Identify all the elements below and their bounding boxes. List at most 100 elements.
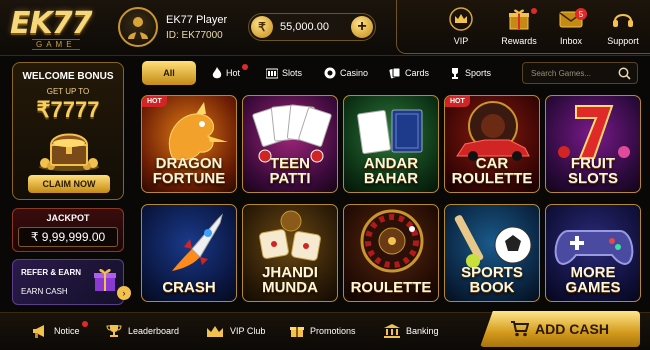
filter-casino-label: Casino <box>340 68 369 78</box>
inbox-button[interactable]: 5 Inbox <box>545 6 597 50</box>
support-button[interactable]: Support <box>597 6 649 50</box>
game-title-line1: TEEN <box>269 155 310 172</box>
refer-title: REFER & EARN <box>21 268 82 277</box>
search-input[interactable]: Search Games... <box>522 62 638 84</box>
game-tile-fruit-slots[interactable]: FRUIT SLOTS <box>545 95 641 193</box>
rewards-button[interactable]: Rewards <box>493 6 545 50</box>
refer-earn-card[interactable]: REFER & EARN EARN CASH › <box>12 259 131 305</box>
inbox-label: Inbox <box>559 36 583 46</box>
rocket-icon <box>172 213 223 271</box>
game-title-line2: MUNDA <box>262 279 318 296</box>
gift-box-icon <box>94 269 116 291</box>
search-icon[interactable] <box>618 67 631 80</box>
hot-notification-dot <box>242 64 249 70</box>
welcome-bonus-amount: ₹7777 <box>36 97 100 122</box>
filter-all[interactable]: All <box>142 61 196 85</box>
vip-button[interactable]: VIP <box>435 6 487 50</box>
game-tile-andar-bahar[interactable]: ANDAR BAHAR <box>343 95 439 193</box>
nav-promotions-label: Promotions <box>310 326 356 336</box>
jackpot-title: JACKPOT <box>46 213 90 223</box>
welcome-bonus-title: WELCOME BONUS <box>22 71 114 82</box>
filter-hot-label: Hot <box>226 68 241 78</box>
slot-machine-icon <box>266 68 278 78</box>
crown-icon <box>449 7 473 31</box>
balance-value: 55,000.00 <box>280 21 329 33</box>
nav-banking[interactable]: Banking <box>384 324 439 338</box>
filter-slots[interactable]: Slots <box>266 61 302 85</box>
wallet-balance[interactable]: ₹ 55,000.00 + <box>248 13 376 41</box>
game-title-line1: CRASH <box>162 279 216 296</box>
rewards-notification-dot <box>531 8 537 14</box>
game-tile-more-games[interactable]: MORE GAMES <box>545 204 641 302</box>
game-title-line1: DRAGON <box>155 155 223 172</box>
game-tile-teen-patti[interactable]: TEEN PATTI <box>242 95 338 193</box>
fire-icon <box>212 67 222 79</box>
gift-icon <box>509 9 529 30</box>
game-title-line1: SPORTS <box>461 264 523 281</box>
game-tile-sports-book[interactable]: SPORTS BOOK <box>444 204 540 302</box>
game-title-line2: BAHAR <box>363 170 419 187</box>
add-cash-label: ADD CASH <box>535 321 609 337</box>
filter-sports[interactable]: Sports <box>449 61 491 85</box>
nav-leaderboard[interactable]: Leaderboard <box>106 324 179 338</box>
jackpot-card: JACKPOT ₹ 9,99,999.00 <box>12 208 124 252</box>
welcome-bonus-subtitle: GET UP TO <box>46 87 90 96</box>
game-title: TEEN PATTI <box>243 156 337 186</box>
filter-casino[interactable]: Casino <box>324 61 368 85</box>
dragon-icon <box>168 102 228 161</box>
player-name: EK77 Player <box>166 14 228 26</box>
game-tile-crash[interactable]: CRASH <box>141 204 237 302</box>
chevron-right-icon[interactable]: › <box>117 286 131 300</box>
game-tile-jhandi-munda[interactable]: JHANDI MUNDA <box>242 204 338 302</box>
inbox-count-badge: 5 <box>575 8 587 20</box>
support-label: Support <box>607 36 639 46</box>
add-balance-button[interactable]: + <box>351 16 373 38</box>
claim-now-button[interactable]: CLAIM NOW <box>28 175 110 193</box>
category-filter-bar: All Hot Slots Casino Cards Sports <box>140 61 512 85</box>
game-title: CAR ROULETTE <box>445 156 539 186</box>
cart-icon <box>511 321 530 337</box>
game-title-line2: GAMES <box>565 279 621 296</box>
game-tile-roulette[interactable]: ROULETTE <box>343 204 439 302</box>
add-cash-button[interactable]: ADD CASH <box>480 311 640 347</box>
game-title-line2: SLOTS <box>567 170 618 187</box>
filter-cards[interactable]: Cards <box>389 61 429 85</box>
filter-sports-label: Sports <box>465 68 492 78</box>
game-title: DRAGON FORTUNE <box>142 156 236 186</box>
headset-icon <box>613 14 633 27</box>
vip-label: VIP <box>453 36 469 46</box>
nav-vip-club-label: VIP Club <box>230 326 266 336</box>
megaphone-icon <box>33 325 44 338</box>
search-placeholder: Search Games... <box>531 69 592 78</box>
game-title: CRASH <box>142 280 236 295</box>
treasure-chest-icon <box>39 133 99 171</box>
crown-icon <box>207 326 223 337</box>
rewards-label: Rewards <box>501 36 537 46</box>
game-title: SPORTS BOOK <box>445 265 539 295</box>
roulette-wheel-icon <box>360 209 424 273</box>
hot-badge: HOT <box>445 96 470 107</box>
game-title-line1: CAR <box>475 155 509 172</box>
nav-notice-label: Notice <box>54 326 80 336</box>
nav-promotions[interactable]: Promotions <box>290 324 356 338</box>
avatar[interactable] <box>118 7 158 47</box>
game-tile-car-roulette[interactable]: HOT CAR ROULETTE <box>444 95 540 193</box>
game-title-line1: MORE <box>570 264 616 281</box>
game-title: ANDAR BAHAR <box>344 156 438 186</box>
game-title: MORE GAMES <box>546 265 640 295</box>
ek77-logo[interactable]: EK77 GAME <box>10 6 110 50</box>
filter-hot[interactable]: Hot <box>212 61 250 85</box>
jackpot-amount: ₹ 9,99,999.00 <box>18 227 118 247</box>
gift-icon <box>290 327 304 337</box>
nav-vip-club[interactable]: VIP Club <box>206 324 265 338</box>
top-bar: EK77 GAME EK77 Player ID: EK77000 ₹ 55,0… <box>0 0 650 56</box>
user-silhouette-icon <box>128 17 148 39</box>
game-title-line2: PATTI <box>269 170 311 187</box>
game-title-line2: BOOK <box>469 279 515 296</box>
cards-icon <box>389 67 401 79</box>
nav-notice[interactable]: Notice <box>32 321 92 338</box>
game-title: ROULETTE <box>344 280 438 295</box>
game-title-line2: ROULETTE <box>451 170 533 187</box>
game-title-line1: JHANDI <box>262 264 318 281</box>
game-tile-dragon-fortune[interactable]: HOT DRAGON FORTUNE <box>141 95 237 193</box>
